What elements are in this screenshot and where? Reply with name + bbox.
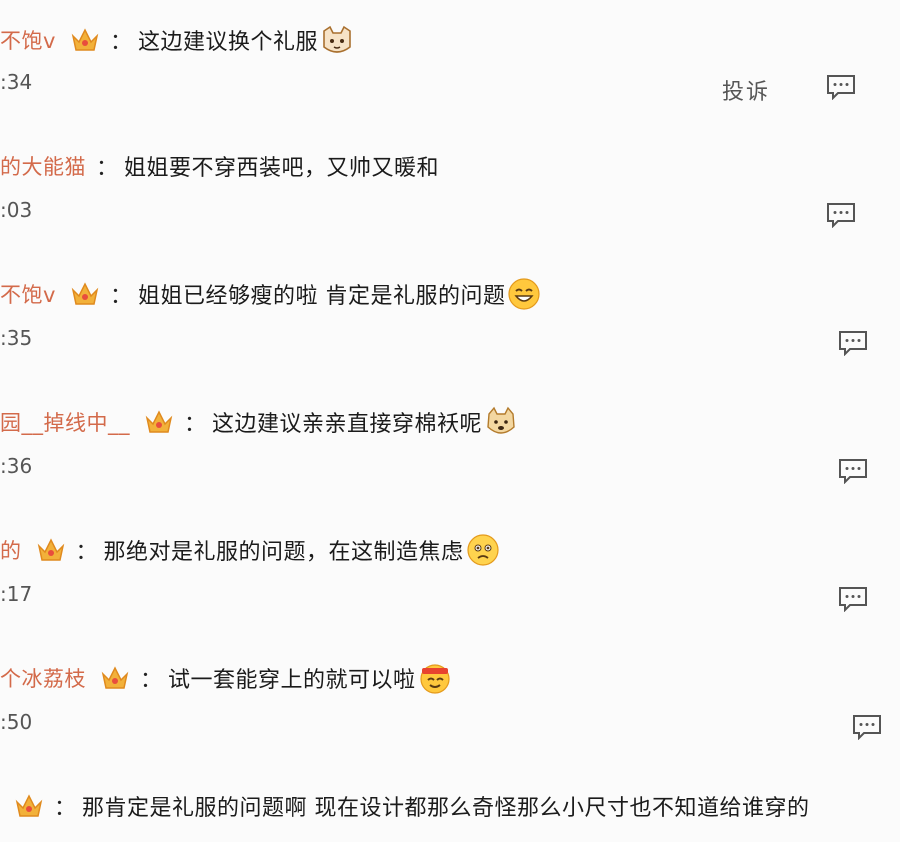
comment-text: 那绝对是礼服的问题，在这制造焦虑	[103, 540, 464, 565]
vip-crown-icon	[70, 279, 100, 309]
doge-face-icon	[484, 405, 518, 439]
comment-time: :36	[0, 454, 33, 478]
username-link[interactable]: 的	[0, 535, 22, 565]
vip-crown-icon	[144, 407, 174, 437]
comment-separator: ：	[109, 30, 132, 55]
reply-comment-icon[interactable]	[826, 202, 856, 229]
comment-line: ： 那肯定是礼服的问题啊 现在设计都那么奇怪那么小尺寸也不知道给谁穿的	[0, 788, 810, 824]
comment-text: 那肯定是礼服的问题啊 现在设计都那么奇怪那么小尺寸也不知道给谁穿的	[82, 796, 810, 821]
comment-text: 这边建议亲亲直接穿棉袄呢	[212, 412, 483, 437]
reply-comment-icon[interactable]	[838, 458, 868, 485]
worried-face-icon	[466, 533, 500, 567]
comment-line: 不饱v ： 姐姐已经够瘦的啦 肯定是礼服的问题	[0, 276, 541, 312]
username-link[interactable]: 不饱v	[0, 25, 56, 55]
reply-comment-icon[interactable]	[838, 330, 868, 357]
comment-separator: ：	[184, 412, 207, 437]
vip-crown-icon	[70, 25, 100, 55]
comment-line: 的 ： 那绝对是礼服的问题，在这制造焦虑	[0, 532, 500, 568]
comment-time: :50	[0, 710, 33, 734]
username-link[interactable]: 个冰荔枝	[0, 663, 86, 693]
reply-comment-icon[interactable]	[838, 586, 868, 613]
comment-separator: ：	[140, 668, 163, 693]
comment-line: 不饱v ： 这边建议换个礼服	[0, 22, 354, 58]
grin-face-icon	[507, 277, 541, 311]
vip-crown-icon	[14, 791, 44, 821]
vip-crown-icon	[36, 535, 66, 565]
comment-separator: ：	[96, 156, 119, 181]
username-link[interactable]: 不饱v	[0, 279, 56, 309]
comment-time: :35	[0, 326, 33, 350]
comment-text: 姐姐要不穿西装吧，又帅又暖和	[124, 156, 440, 181]
comment-separator: ：	[75, 540, 98, 565]
headband-face-icon	[418, 661, 452, 695]
comment-time: :17	[0, 582, 33, 606]
comment-text: 试一套能穿上的就可以啦	[168, 668, 416, 693]
vip-crown-icon	[100, 663, 130, 693]
reply-comment-icon[interactable]	[852, 714, 882, 741]
comment-text: 姐姐已经够瘦的啦 肯定是礼服的问题	[137, 284, 506, 309]
comment-separator: ：	[109, 284, 132, 309]
username-link[interactable]: 园__掉线中__	[0, 407, 130, 437]
comment-line: 园__掉线中__ ： 这边建议亲亲直接穿棉袄呢	[0, 404, 518, 440]
username-link[interactable]: 的大能猫	[0, 151, 86, 181]
comment-line: 个冰荔枝 ： 试一套能穿上的就可以啦	[0, 660, 452, 696]
report-button[interactable]: 投诉	[722, 74, 770, 106]
reply-comment-icon[interactable]	[826, 74, 856, 101]
cat-face-icon	[320, 23, 354, 57]
comment-time: :03	[0, 198, 33, 222]
comment-separator: ：	[54, 796, 77, 821]
comment-text: 这边建议换个礼服	[137, 30, 318, 55]
comment-time: :34	[0, 70, 33, 94]
comment-line: 的大能猫 ： 姐姐要不穿西装吧，又帅又暖和	[0, 148, 439, 184]
